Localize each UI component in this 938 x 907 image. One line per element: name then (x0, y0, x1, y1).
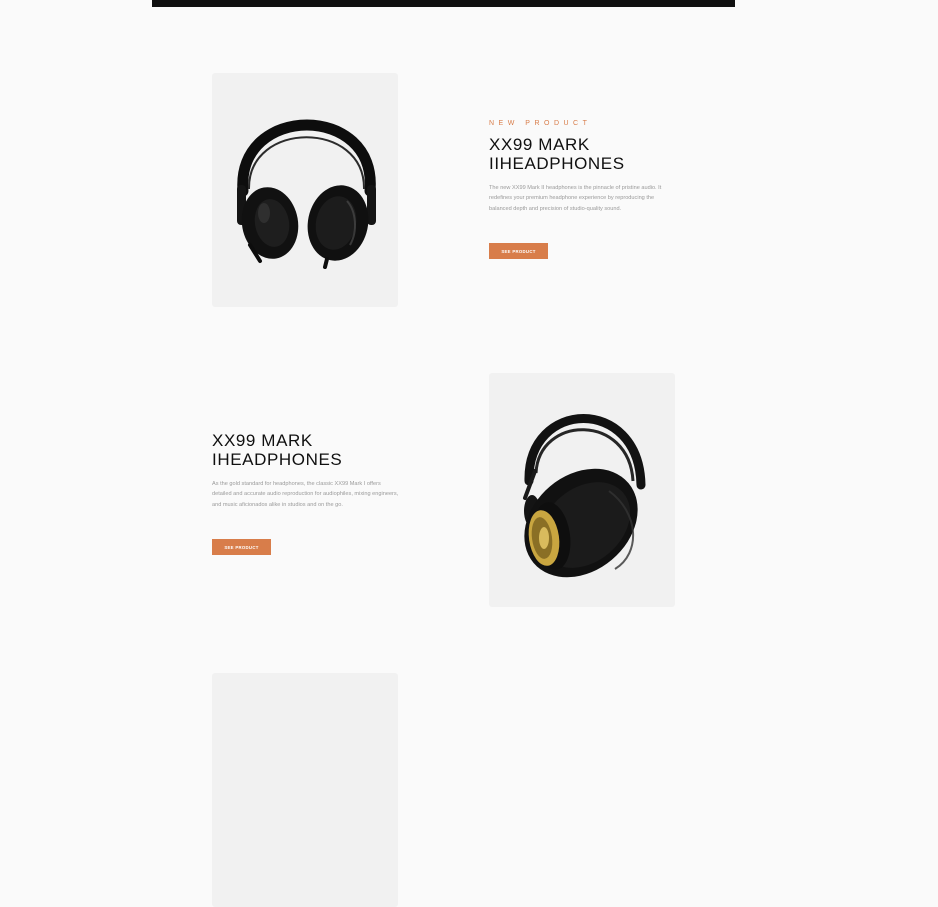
product-image-card-xx99-mark-1[interactable] (489, 373, 675, 607)
product-description: The new XX99 Mark II headphones is the p… (489, 185, 662, 212)
product-title-line: XX99 MARK (489, 135, 590, 154)
see-product-button[interactable]: SEE PRODUCT (489, 243, 548, 259)
product-image-card-xx99-mark-2[interactable] (212, 73, 398, 307)
product-title-line: IIHEADPHONES (489, 154, 625, 173)
product-title-line: IHEADPHONES (212, 450, 343, 469)
headphones-gold-studio-icon (523, 414, 646, 578)
product-description: As the gold standard for headphones, the… (212, 481, 399, 508)
new-product-label: NEW PRODUCT (489, 120, 592, 127)
product-title-line: XX99 MARK (212, 431, 313, 450)
product-image-card-next[interactable] (212, 673, 398, 907)
headphones-black-closed-icon (237, 119, 376, 269)
product-title-xx99-mark-1: XX99 MARK IHEADPHONES (212, 431, 342, 469)
see-product-button[interactable]: SEE PRODUCT (212, 539, 271, 555)
site-header-bar (152, 0, 735, 7)
product-title-xx99-mark-2: XX99 MARK IIHEADPHONES (489, 135, 625, 173)
